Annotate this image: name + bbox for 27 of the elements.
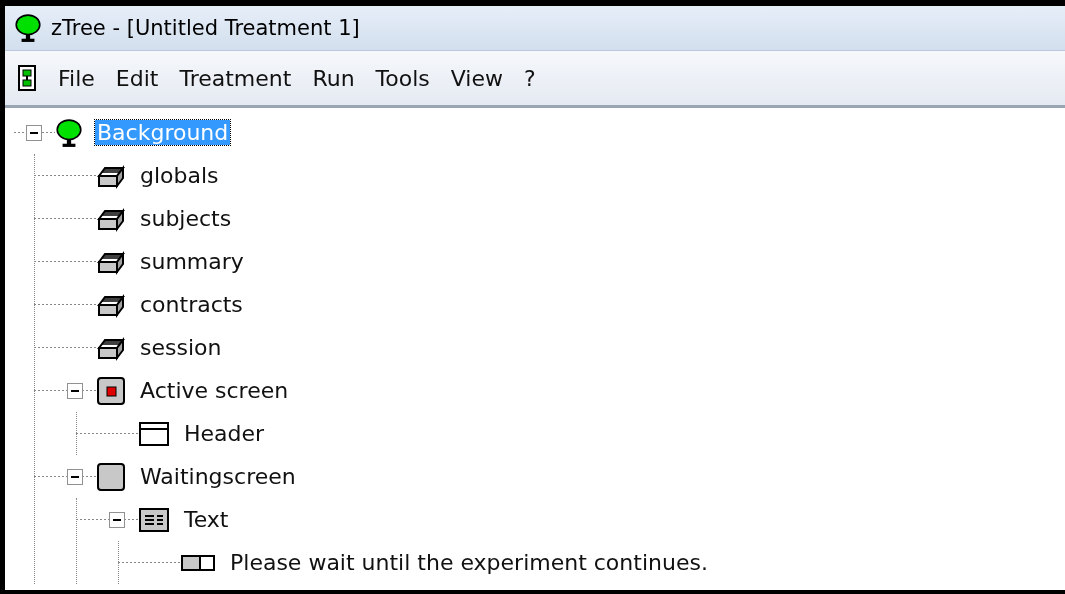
menu-item[interactable]: View bbox=[450, 65, 503, 91]
tree-node[interactable]: Waitingscreen bbox=[138, 464, 298, 489]
tree-node[interactable]: Header bbox=[182, 421, 267, 446]
tree-node[interactable]: Please wait until the experiment continues. bbox=[228, 550, 710, 575]
tree-node[interactable]: globals bbox=[138, 163, 221, 188]
menu-item[interactable]: Edit bbox=[115, 65, 159, 91]
menu-item[interactable]: File bbox=[58, 65, 95, 91]
collapse-toggle[interactable] bbox=[67, 383, 83, 399]
tree-icon bbox=[55, 117, 83, 148]
tree-node[interactable]: subjects bbox=[138, 206, 234, 231]
menu-item[interactable]: Tools bbox=[375, 65, 430, 91]
collapse-toggle[interactable] bbox=[26, 125, 42, 141]
tree-node[interactable]: Text bbox=[182, 507, 231, 532]
tree-node[interactable]: Active screen bbox=[138, 378, 291, 403]
screen-icon bbox=[96, 461, 126, 492]
tree-node[interactable]: session bbox=[138, 335, 224, 360]
menu-item[interactable]: ? bbox=[524, 65, 536, 91]
app-icon bbox=[15, 13, 41, 43]
collapse-toggle[interactable] bbox=[67, 469, 83, 485]
tree-node[interactable]: summary bbox=[138, 249, 246, 274]
collapse-toggle[interactable] bbox=[109, 512, 125, 528]
menu-item[interactable]: Run bbox=[312, 65, 355, 91]
tree-node[interactable]: contracts bbox=[138, 292, 245, 317]
menu-item[interactable]: Treatment bbox=[179, 65, 292, 91]
window-title: zTree - [Untitled Treatment 1] bbox=[51, 16, 360, 40]
document-icon bbox=[17, 65, 37, 91]
screen-icon bbox=[96, 375, 126, 406]
